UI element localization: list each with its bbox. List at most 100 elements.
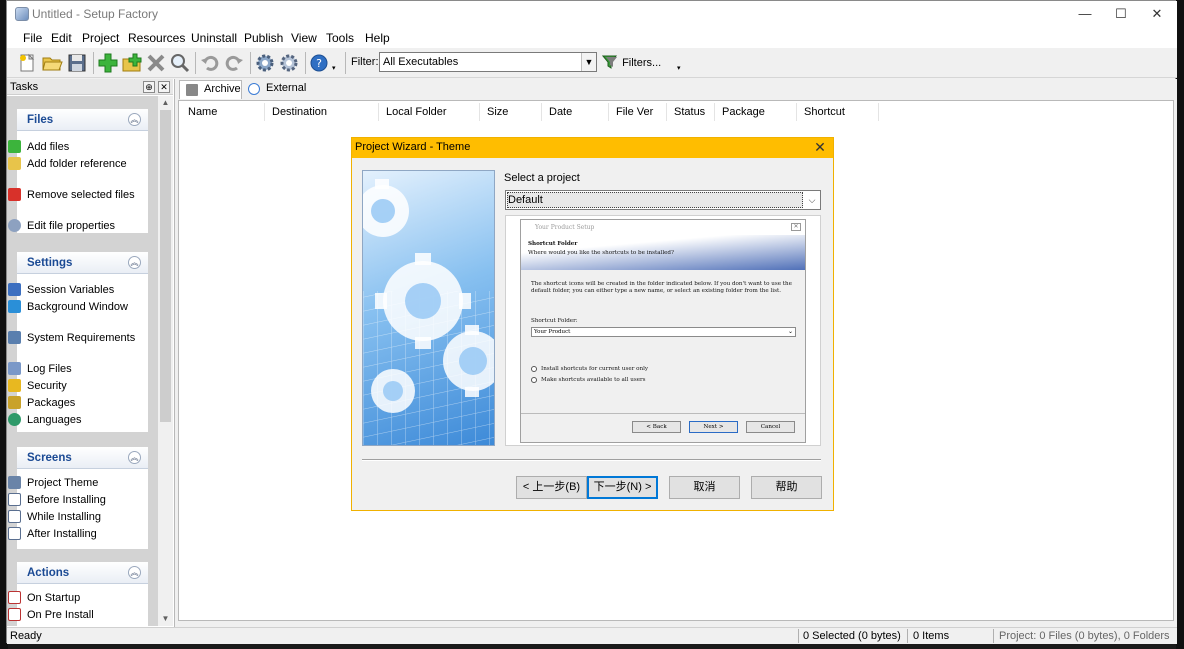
scroll-up-icon[interactable]: ▲ (158, 96, 173, 110)
menu-tools[interactable]: Tools (326, 31, 354, 45)
menu-uninstall[interactable]: Uninstall (191, 31, 237, 45)
filters-button[interactable]: Filters... (605, 52, 685, 74)
column-header-name[interactable]: Name (181, 103, 265, 121)
filters-dropdown-icon[interactable]: ▾ (677, 64, 681, 72)
desktop-background-right (1176, 0, 1184, 649)
group-title: Files (27, 114, 54, 126)
task-remove-selected-files[interactable]: Remove selected files (8, 188, 139, 202)
tab-archive[interactable]: Archive (179, 80, 242, 99)
next-button[interactable]: 下一步(N) > (587, 476, 658, 499)
project-select[interactable]: Default ⌵ (505, 190, 821, 210)
redo-icon[interactable] (223, 52, 245, 74)
task-project-theme[interactable]: Project Theme (8, 476, 139, 490)
add-icon[interactable] (97, 52, 119, 74)
undo-icon[interactable] (199, 52, 221, 74)
column-header-size[interactable]: Size (480, 103, 542, 121)
preview-next: Next > (689, 421, 738, 433)
close-button[interactable]: ✕ (1135, 1, 1179, 28)
column-header-file-ver[interactable]: File Ver (609, 103, 667, 121)
collapse-icon[interactable]: ︽ (128, 566, 141, 579)
column-header-date[interactable]: Date (542, 103, 609, 121)
scroll-thumb[interactable] (160, 110, 171, 422)
theme-icon (8, 476, 21, 489)
collapse-icon[interactable]: ︽ (128, 113, 141, 126)
cancel-button[interactable]: 取消 (669, 476, 740, 499)
project-select-value: Default (508, 194, 543, 206)
menu-bar: File Edit Project Resources Uninstall Pu… (7, 28, 1177, 48)
task-before-installing[interactable]: Before Installing (8, 493, 139, 507)
task-after-installing[interactable]: After Installing (8, 527, 139, 541)
close-icon[interactable]: ✕ (158, 81, 170, 93)
column-header-status[interactable]: Status (667, 103, 715, 121)
screens-group-header[interactable]: Screens ︽ (17, 447, 148, 469)
chevron-down-icon[interactable]: ⌵ (804, 191, 820, 209)
svg-text:?: ? (316, 57, 322, 70)
preview-close-icon: ✕ (791, 223, 801, 231)
new-icon[interactable] (16, 52, 38, 74)
filters-button-label: Filters... (622, 57, 662, 69)
column-header-shortcut[interactable]: Shortcut (797, 103, 879, 121)
task-edit-file-properties[interactable]: Edit file properties (8, 219, 139, 233)
tab-external[interactable]: External (242, 80, 314, 99)
pin-icon[interactable]: ⊕ (143, 81, 155, 93)
remove-icon[interactable] (145, 52, 167, 74)
screen-icon (8, 510, 21, 523)
task-background-window[interactable]: Background Window (8, 300, 139, 314)
actions-group-header[interactable]: Actions ︽ (17, 562, 148, 584)
group-title: Actions (27, 567, 70, 579)
screen-icon (8, 493, 21, 506)
collapse-icon[interactable]: ︽ (128, 256, 141, 269)
menu-view[interactable]: View (291, 31, 317, 45)
menu-resources[interactable]: Resources (128, 31, 185, 45)
menu-file[interactable]: File (23, 31, 42, 45)
status-bar: Ready 0 Selected (0 bytes) 0 Items Proje… (7, 627, 1177, 644)
toolbar: ? ▾ Filter: All Executables ▼ Filters...… (7, 48, 1177, 78)
help-icon[interactable]: ? (309, 52, 331, 74)
help-dropdown-icon[interactable]: ▾ (332, 64, 336, 72)
open-folder-icon[interactable] (41, 52, 63, 74)
scroll-down-icon[interactable]: ▼ (158, 612, 173, 626)
task-on-pre-install[interactable]: On Pre Install (8, 608, 139, 622)
filter-select[interactable]: All Executables ▼ (379, 52, 597, 72)
menu-project[interactable]: Project (82, 31, 119, 45)
task-security[interactable]: Security (8, 379, 139, 393)
close-icon[interactable]: ✕ (811, 139, 829, 156)
task-while-installing[interactable]: While Installing (8, 510, 139, 524)
tasks-scrollbar[interactable]: ▲ ▼ (158, 96, 173, 626)
collapse-icon[interactable]: ︽ (128, 451, 141, 464)
package-icon (8, 396, 21, 409)
build-gear-icon[interactable] (254, 52, 276, 74)
task-languages[interactable]: Languages (8, 413, 139, 427)
add-folder-icon[interactable] (121, 52, 143, 74)
task-add-files[interactable]: Add files (8, 140, 139, 154)
column-header-local-folder[interactable]: Local Folder (379, 103, 480, 121)
settings-group: Settings ︽ Session Variables Background … (8, 252, 148, 432)
status-project: Project: 0 Files (0 bytes), 0 Folders (999, 630, 1170, 642)
task-session-variables[interactable]: Session Variables (8, 283, 139, 297)
task-add-folder-reference[interactable]: Add folder reference (8, 157, 139, 171)
column-header-destination[interactable]: Destination (265, 103, 379, 121)
column-header-package[interactable]: Package (715, 103, 797, 121)
settings-gear-icon[interactable] (278, 52, 300, 74)
preview-back: < Back (632, 421, 681, 433)
search-icon[interactable] (169, 52, 191, 74)
task-packages[interactable]: Packages (8, 396, 139, 410)
title-bar: Untitled - Setup Factory — ☐ ✕ (7, 1, 1177, 28)
save-icon[interactable] (66, 52, 88, 74)
help-button[interactable]: 帮助 (751, 476, 822, 499)
remove-icon (8, 188, 21, 201)
tab-strip: Archive External (177, 79, 1177, 99)
status-divider (798, 629, 799, 643)
menu-help[interactable]: Help (365, 31, 390, 45)
task-system-requirements[interactable]: System Requirements (8, 331, 139, 345)
chevron-down-icon[interactable]: ▼ (581, 53, 596, 71)
globe-icon (8, 413, 21, 426)
menu-publish[interactable]: Publish (244, 31, 283, 45)
menu-edit[interactable]: Edit (51, 31, 72, 45)
back-button[interactable]: < 上一步(B) (516, 476, 587, 499)
task-on-startup[interactable]: On Startup (8, 591, 139, 605)
files-group-header[interactable]: Files ︽ (17, 109, 148, 131)
task-log-files[interactable]: Log Files (8, 362, 139, 376)
files-group: Files ︽ Add files Add folder reference R… (8, 109, 148, 233)
settings-group-header[interactable]: Settings ︽ (17, 252, 148, 274)
